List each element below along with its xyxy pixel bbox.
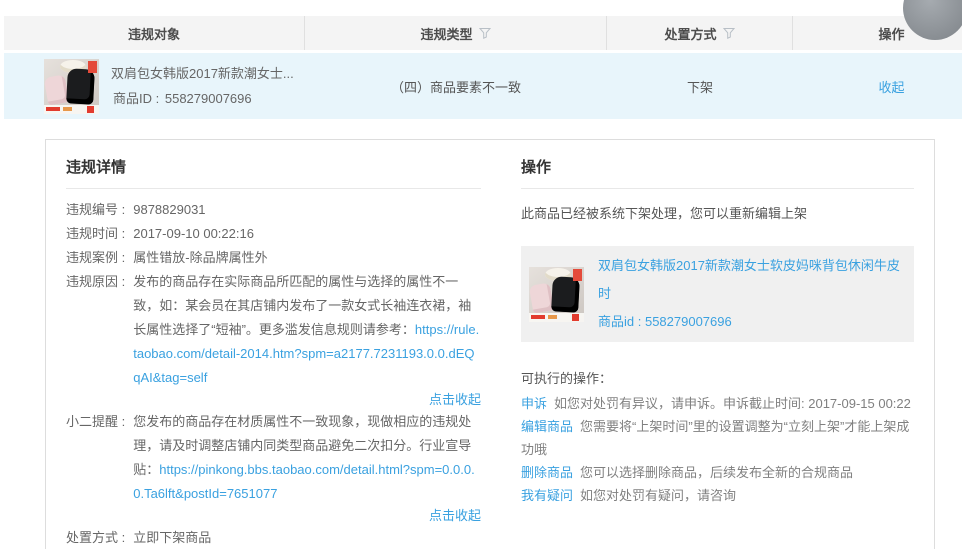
card-product-id-label[interactable]: 商品id : — [598, 314, 641, 329]
pink-bag-shape — [529, 282, 554, 313]
operation-section: 操作 此商品已经被系统下架处理，您可以重新编辑上架 双肩包女韩版2017新款潮女… — [521, 150, 914, 549]
operation-item-edit: 编辑商品您需要将“上架时间”里的设置调整为“立刻上架”才能上架成功哦 — [521, 415, 914, 461]
question-link[interactable]: 我有疑问 — [521, 488, 573, 503]
header-disposal-method: 处置方式 — [607, 16, 793, 50]
operation-item-question: 我有疑问如您对处罚有疑问，请咨询 — [521, 484, 914, 507]
operation-item-appeal: 申诉如您对处罚有异议，请申诉。申诉截止时间: 2017-09-15 00:22 — [521, 392, 914, 415]
operation-desc: 如您对处罚有疑问，请咨询 — [580, 488, 736, 503]
header-violation-object: 违规对象 — [4, 16, 305, 50]
operation-desc: 您需要将“上架时间”里的设置调整为“立刻上架”才能上架成功哦 — [521, 419, 909, 457]
operations-list: 申诉如您对处罚有异议，请申诉。申诉截止时间: 2017-09-15 00:22 … — [521, 392, 914, 507]
stamp-shape — [573, 269, 582, 281]
black-bag-shape — [66, 68, 95, 104]
operation-cell: 收起 — [793, 53, 962, 119]
field-violation-time: 违规时间 : 2017-09-10 00:22:16 — [66, 222, 481, 246]
field-label: 违规案例 : — [66, 246, 125, 270]
header-label: 操作 — [878, 24, 904, 43]
field-violation-case: 违规案例 : 属性错放-除品牌属性外 — [66, 246, 481, 270]
disposal-value: 下架 — [687, 77, 713, 96]
banner-shape — [44, 105, 99, 114]
product-id-value: 558279007696 — [165, 91, 252, 106]
field-label: 违规时间 : — [66, 222, 125, 246]
field-label: 违规编号 : — [66, 198, 125, 222]
delete-product-link[interactable]: 删除商品 — [521, 465, 573, 480]
filter-icon[interactable] — [479, 27, 491, 39]
header-label: 违规对象 — [128, 24, 180, 43]
product-image[interactable] — [529, 267, 584, 322]
field-label: 小二提醒 : — [66, 410, 125, 526]
collapse-reminder-link[interactable]: 点击收起 — [429, 508, 481, 523]
field-value: 属性错放-除品牌属性外 — [133, 250, 267, 265]
header-label: 处置方式 — [664, 24, 716, 43]
operation-desc: 如您对处罚有异议，请申诉。申诉截止时间: 2017-09-15 00:22 — [554, 396, 911, 411]
violation-detail-title: 违规详情 — [66, 150, 481, 189]
product-title: 双肩包女韩版2017新款潮女士... — [111, 61, 294, 86]
executable-operations-title: 可执行的操作： — [521, 368, 914, 390]
edit-product-link[interactable]: 编辑商品 — [521, 419, 573, 434]
field-disposal-method: 处置方式 : 立即下架商品 — [66, 526, 481, 549]
violation-object-cell: 双肩包女韩版2017新款潮女士... 商品ID : 558279007696 — [4, 53, 305, 119]
product-card: 双肩包女韩版2017新款潮女士软皮妈咪背包休闲牛皮时 商品id : 558279… — [521, 246, 914, 342]
card-product-title-link[interactable]: 双肩包女韩版2017新款潮女士软皮妈咪背包休闲牛皮时 — [598, 252, 906, 308]
operation-intro: 此商品已经被系统下架处理，您可以重新编辑上架 — [521, 204, 914, 224]
header-label: 违规类型 — [420, 24, 472, 43]
field-staff-reminder: 小二提醒 : 您发布的商品存在材质属性不一致现象，现做相应的违规处理，请及时调整… — [66, 410, 481, 526]
header-violation-type: 违规类型 — [305, 16, 607, 50]
collapse-row-link[interactable]: 收起 — [878, 77, 904, 96]
operation-item-delete: 删除商品您可以选择删除商品，后续发布全新的合规商品 — [521, 461, 914, 484]
violation-row: 双肩包女韩版2017新款潮女士... 商品ID : 558279007696 （… — [4, 53, 962, 119]
collapse-reason-link[interactable]: 点击收起 — [429, 392, 481, 407]
card-text: 双肩包女韩版2017新款潮女士软皮妈咪背包休闲牛皮时 商品id : 558279… — [598, 252, 906, 336]
field-label: 违规原因 : — [66, 270, 125, 410]
table-header-row: 违规对象 违规类型 处置方式 操作 — [4, 16, 962, 50]
operation-title: 操作 — [521, 150, 914, 189]
field-value: 2017-09-10 00:22:16 — [133, 226, 254, 241]
field-value: 9878829031 — [133, 202, 205, 217]
violation-detail-fields: 违规编号 : 9878829031 违规时间 : 2017-09-10 00:2… — [66, 198, 481, 549]
card-product-id-line: 商品id : 558279007696 — [598, 308, 906, 336]
forum-url-link[interactable]: https://pinkong.bbs.taobao.com/detail.ht… — [133, 462, 474, 501]
field-label: 处置方式 : — [66, 526, 125, 549]
field-violation-reason: 违规原因 : 发布的商品存在实际商品所匹配的属性与选择的属性不一致，如：某会员在… — [66, 270, 481, 410]
product-info: 双肩包女韩版2017新款潮女士... 商品ID : 558279007696 — [111, 61, 294, 111]
disposal-cell: 下架 — [607, 53, 793, 119]
banner-shape — [529, 313, 584, 322]
field-value: 立即下架商品 — [133, 530, 211, 545]
pink-bag-shape — [44, 74, 69, 105]
detail-panel: 违规详情 违规编号 : 9878829031 违规时间 : 2017-09-10… — [45, 139, 935, 549]
filter-icon[interactable] — [723, 27, 735, 39]
product-id-label: 商品ID : — [113, 91, 159, 106]
violation-type: （四）商品要素不一致 — [391, 77, 521, 96]
card-product-id-value[interactable]: 558279007696 — [645, 314, 732, 329]
violation-detail-section: 违规详情 违规编号 : 9878829031 违规时间 : 2017-09-10… — [66, 150, 481, 549]
product-id-line: 商品ID : 558279007696 — [111, 86, 294, 111]
product-thumbnail[interactable] — [44, 59, 99, 114]
violation-type-cell: （四）商品要素不一致 — [305, 53, 607, 119]
appeal-link[interactable]: 申诉 — [521, 396, 547, 411]
field-violation-number: 违规编号 : 9878829031 — [66, 198, 481, 222]
black-bag-shape — [551, 276, 580, 312]
operation-desc: 您可以选择删除商品，后续发布全新的合规商品 — [580, 465, 853, 480]
violation-table: 违规对象 违规类型 处置方式 操作 — [4, 16, 962, 119]
stamp-shape — [88, 61, 97, 73]
